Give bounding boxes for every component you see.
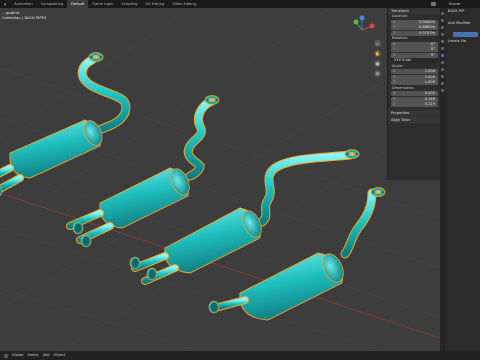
dimensions-x-field[interactable]: X 0.205	[391, 91, 438, 96]
top-bar: g Animation Compositing Default Game Log…	[0, 0, 480, 8]
modifier-wrench-icon[interactable]	[441, 54, 444, 57]
zoom-icon[interactable]: ⌕	[374, 40, 381, 47]
properties-editor: BACK PIP Add Modifier Levels Vie	[445, 8, 480, 351]
orientation-icon	[4, 353, 8, 358]
rotation-y-field[interactable]: Y 0°	[391, 47, 438, 52]
location-label: Location:	[392, 14, 409, 18]
scale-z-field[interactable]: Z 1.000	[391, 80, 438, 85]
pan-hand-icon[interactable]: ✋	[374, 50, 381, 57]
scale-label: Scale:	[392, 63, 403, 68]
collection-label: Collection | BACK PIPES	[2, 15, 47, 20]
location-x-field[interactable]: X 0.0000m	[391, 19, 438, 25]
sidebar-n-panel: Transform Location: X 0.0000m Y 0.6880m Z0…	[387, 8, 441, 180]
select-menu[interactable]: Select	[27, 351, 38, 360]
transform-orientation[interactable]: Global	[12, 351, 23, 360]
workspace-tab-animation[interactable]: Animation	[10, 0, 36, 8]
add-modifier-button[interactable]: Add Modifier	[445, 20, 480, 26]
render-tab-icon[interactable]	[441, 19, 444, 22]
levels-viewport-field[interactable]: Levels Vie	[445, 38, 480, 44]
location-z-field[interactable]: Z 0.0747m	[391, 30, 438, 36]
workspace-tab-default[interactable]: Default	[67, 0, 89, 8]
data-tab-icon[interactable]	[441, 82, 444, 85]
object-name[interactable]: BACK PIP	[445, 8, 480, 14]
camera-icon[interactable]: ▣	[374, 60, 381, 67]
object-tab-icon[interactable]	[441, 47, 444, 50]
rotation-mode-select[interactable]: XYZ Euler	[391, 58, 438, 63]
dimensions-z-field[interactable]: Z 0.119	[391, 102, 438, 107]
dimensions-y-field[interactable]: Y 0.148	[391, 96, 438, 102]
scale-y-field[interactable]: Y 1.000	[391, 74, 438, 80]
floor-grid	[0, 8, 440, 351]
constraints-tab-icon[interactable]	[441, 75, 444, 78]
exhaust-pipe-4[interactable]	[208, 187, 386, 321]
scene-selector[interactable]: Scene	[449, 0, 460, 8]
output-tab-icon[interactable]	[441, 26, 444, 29]
workspace-tab-uv-editing[interactable]: UV Editing	[142, 0, 169, 8]
dimensions-label: Dimensions:	[392, 85, 415, 90]
modifier-selected-block[interactable]	[453, 32, 478, 37]
scale-x-field[interactable]: X 1.000	[391, 69, 438, 74]
exhaust-pipe-2[interactable]	[66, 95, 220, 248]
location-y-field[interactable]: Y 0.6880m	[391, 25, 438, 30]
scene-icon	[431, 2, 436, 6]
tool-tab-icon[interactable]	[441, 12, 444, 15]
scene-tab-icon[interactable]	[441, 33, 444, 36]
align-tools-subpanel[interactable]: Align Tools	[388, 117, 441, 123]
workspace-tab-game-logic[interactable]: Game Logic	[88, 0, 117, 8]
object-menu[interactable]: Object	[54, 351, 66, 360]
add-menu[interactable]: Add	[43, 351, 50, 360]
properties-subpanel[interactable]: Properties	[388, 110, 441, 116]
workspace-tab-0[interactable]: g	[0, 0, 10, 8]
navigation-gizmo[interactable]	[353, 15, 375, 31]
particles-tab-icon[interactable]	[441, 61, 444, 64]
rotation-z-field[interactable]: Z 0°	[391, 52, 438, 58]
viewport-scene	[0, 8, 440, 351]
rotation-label: Rotation:	[392, 36, 409, 40]
x-axis-line	[0, 192, 440, 339]
rotation-x-field[interactable]: X 0°	[391, 41, 438, 47]
status-bar: Global Select Add Object	[0, 351, 480, 360]
material-tab-icon[interactable]	[441, 89, 444, 92]
workspace-tab-compositing[interactable]: Compositing	[37, 0, 68, 8]
workspace-tab-scripting[interactable]: Scripting	[118, 0, 142, 8]
workspace-tab-video-editing[interactable]: Video Editing	[168, 0, 200, 8]
3d-viewport[interactable]: ...graphic Collection | BACK PIPES ⌕ ✋ ▣…	[0, 8, 440, 351]
physics-tab-icon[interactable]	[441, 68, 444, 71]
grid-icon[interactable]: ⊞	[374, 70, 381, 77]
world-tab-icon[interactable]	[441, 40, 444, 43]
